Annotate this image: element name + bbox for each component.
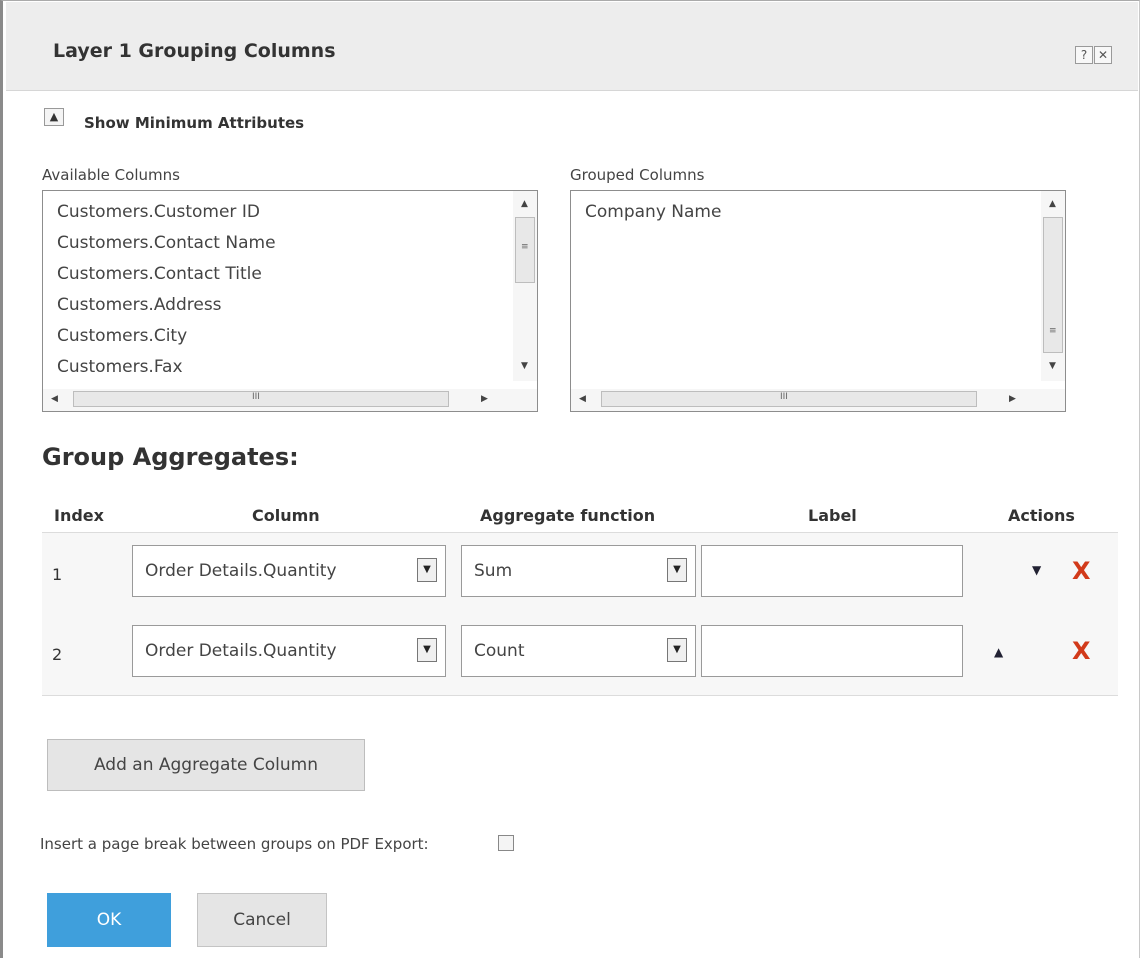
list-item[interactable]: Customers.City (57, 321, 276, 352)
chevron-down-icon[interactable]: ▼ (417, 638, 437, 662)
horizontal-scrollbar[interactable]: ◀ III ▶ (43, 389, 537, 411)
column-header-aggregate-function: Aggregate function (480, 506, 656, 525)
scroll-left-icon[interactable]: ◀ (51, 394, 58, 404)
move-down-icon[interactable]: ▼ (1032, 563, 1041, 577)
vertical-scrollbar[interactable]: ▲ ≡ ▼ (1041, 191, 1065, 381)
column-header-index: Index (54, 506, 104, 525)
scroll-right-icon[interactable]: ▶ (481, 394, 488, 404)
horizontal-scrollbar[interactable]: ◀ III ▶ (571, 389, 1065, 411)
cancel-button[interactable]: Cancel (197, 893, 327, 947)
vertical-scrollbar[interactable]: ▲ ≡ ▼ (513, 191, 537, 381)
move-up-icon[interactable]: ▲ (994, 645, 1003, 659)
aggregate-function-select[interactable]: Count ▼ (461, 625, 696, 677)
label-input[interactable] (701, 545, 963, 597)
scroll-down-icon[interactable]: ▼ (521, 361, 528, 371)
row-index: 2 (52, 645, 63, 664)
scrollbar-thumb[interactable]: ≡ (1043, 217, 1063, 353)
aggregate-function-select[interactable]: Sum ▼ (461, 545, 696, 597)
dialog-title: Layer 1 Grouping Columns (53, 40, 336, 62)
table-row: 1 Order Details.Quantity ▼ Sum ▼ ▼ X (42, 533, 1118, 613)
scroll-left-icon[interactable]: ◀ (579, 394, 586, 404)
grouped-columns-list[interactable]: Company Name ▲ ≡ ▼ ◀ III ▶ (570, 190, 1066, 412)
row-index: 1 (52, 565, 63, 584)
list-item[interactable]: Company Name (585, 197, 721, 228)
scrollbar-thumb[interactable]: III (601, 391, 977, 407)
grouping-columns-dialog: Layer 1 Grouping Columns ? ✕ (0, 0, 1140, 958)
dialog-titlebar: Layer 1 Grouping Columns ? ✕ (6, 2, 1138, 91)
available-columns-label: Available Columns (42, 166, 180, 184)
list-item[interactable]: Customers.Address (57, 290, 276, 321)
list-item[interactable]: Customers.Contact Name (57, 228, 276, 259)
label-input[interactable] (701, 625, 963, 677)
column-header-column: Column (252, 506, 320, 525)
scrollbar-thumb[interactable]: III (73, 391, 449, 407)
add-aggregate-column-button[interactable]: Add an Aggregate Column (47, 739, 365, 791)
ok-button[interactable]: OK (47, 893, 171, 947)
column-header-label: Label (808, 506, 857, 525)
table-row: 2 Order Details.Quantity ▼ Count ▼ ▲ X (42, 613, 1118, 693)
list-item[interactable]: Customers.Customer ID (57, 197, 276, 228)
scroll-up-icon[interactable]: ▲ (521, 199, 528, 209)
chevron-down-icon[interactable]: ▼ (667, 558, 687, 582)
table-body: 1 Order Details.Quantity ▼ Sum ▼ ▼ X 2 O… (42, 533, 1118, 696)
page-break-label: Insert a page break between groups on PD… (40, 835, 429, 853)
group-aggregates-heading: Group Aggregates: (42, 443, 299, 471)
chevron-down-icon[interactable]: ▼ (667, 638, 687, 662)
help-icon[interactable]: ? (1075, 46, 1093, 64)
column-header-actions: Actions (1008, 506, 1075, 525)
available-columns-list[interactable]: Customers.Customer ID Customers.Contact … (42, 190, 538, 412)
close-icon[interactable]: ✕ (1094, 46, 1112, 64)
list-item[interactable]: Customers.Contact Title (57, 259, 276, 290)
scroll-up-icon[interactable]: ▲ (1049, 199, 1056, 209)
scroll-right-icon[interactable]: ▶ (1009, 394, 1016, 404)
aggregates-table: Index Column Aggregate function Label Ac… (42, 500, 1118, 696)
delete-icon[interactable]: X (1072, 637, 1091, 665)
list-item[interactable]: Customers.Fax (57, 352, 276, 383)
page-break-checkbox[interactable] (498, 835, 514, 851)
grouped-columns-label: Grouped Columns (570, 166, 705, 184)
column-select[interactable]: Order Details.Quantity ▼ (132, 625, 446, 677)
collapse-attributes-icon[interactable]: ▲ (44, 108, 64, 126)
show-minimum-attributes-link[interactable]: Show Minimum Attributes (84, 114, 304, 132)
scroll-down-icon[interactable]: ▼ (1049, 361, 1056, 371)
delete-icon[interactable]: X (1072, 557, 1091, 585)
scrollbar-thumb[interactable]: ≡ (515, 217, 535, 283)
column-select[interactable]: Order Details.Quantity ▼ (132, 545, 446, 597)
chevron-down-icon[interactable]: ▼ (417, 558, 437, 582)
table-header: Index Column Aggregate function Label Ac… (42, 500, 1118, 533)
